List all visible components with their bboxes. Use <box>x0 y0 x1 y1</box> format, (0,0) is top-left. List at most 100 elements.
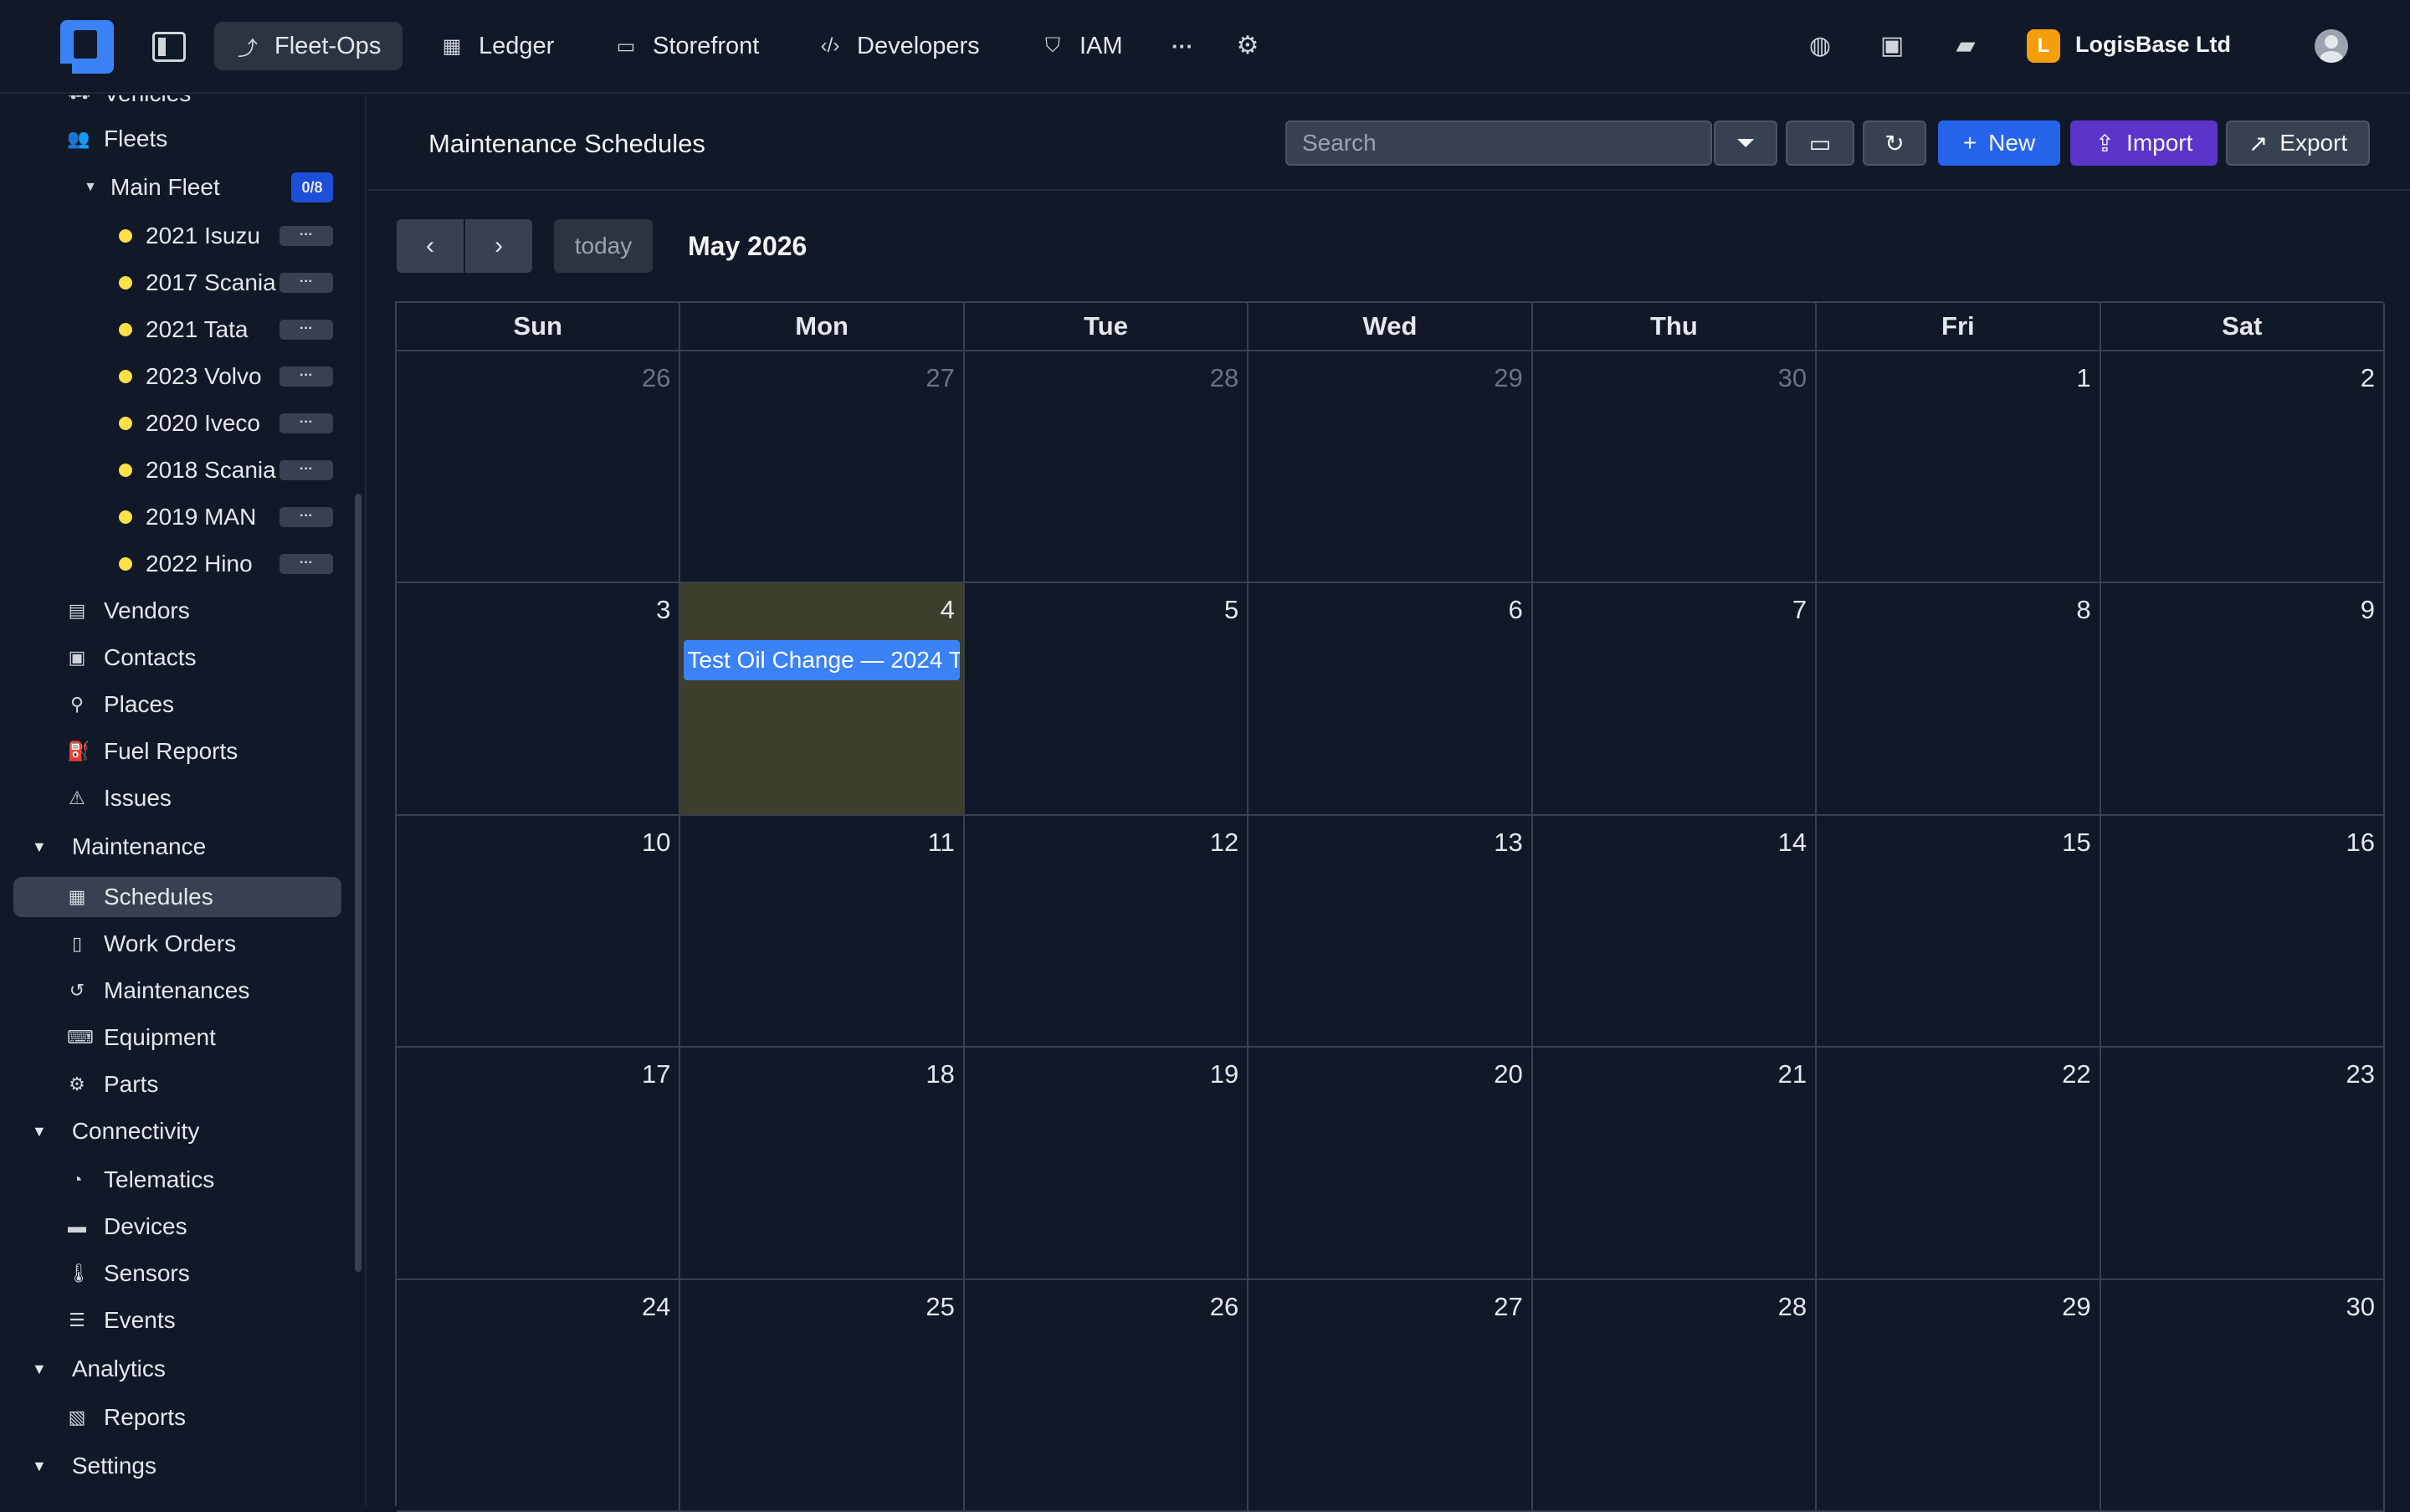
day-number[interactable]: 26 <box>1210 1292 1238 1322</box>
more-options-button[interactable]: ··· <box>279 366 333 387</box>
day-number[interactable]: 13 <box>1494 828 1522 858</box>
day-number[interactable]: 30 <box>1778 363 1807 393</box>
sidebar-item-work-orders[interactable]: ▯ Work Orders <box>67 924 236 964</box>
avatar[interactable] <box>2315 29 2348 63</box>
calendar-day-cell[interactable]: 9 <box>2100 583 2385 816</box>
more-options-button[interactable]: ··· <box>279 460 333 480</box>
next-month-button[interactable]: › <box>465 219 532 273</box>
today-button[interactable]: today <box>554 219 653 273</box>
calendar-day-cell[interactable]: 14 <box>1532 815 1818 1048</box>
day-number[interactable]: 1 <box>2076 363 2090 393</box>
calendar-day-cell[interactable]: 25 <box>680 1279 965 1512</box>
calendar-day-cell[interactable]: 27 <box>1249 1279 1533 1512</box>
calendar-day-cell[interactable]: 5 <box>964 583 1249 816</box>
sidebar-item-places[interactable]: ⚲ Places <box>67 684 174 725</box>
day-number[interactable]: 8 <box>2076 595 2090 625</box>
calendar-event[interactable]: Test Oil Change — 2024 T <box>684 640 961 681</box>
new-button[interactable]: + New <box>1938 120 2060 166</box>
sidebar-item-issues[interactable]: ⚠ Issues <box>67 778 172 818</box>
calendar-day-cell[interactable]: 27 <box>680 351 965 584</box>
search-input[interactable]: Search <box>1285 120 1712 166</box>
day-number[interactable]: 30 <box>2346 1292 2375 1322</box>
tab-iam[interactable]: ⛉ IAM <box>1019 22 1145 70</box>
calendar-day-cell[interactable]: 15 <box>1817 815 2101 1048</box>
sliders-icon[interactable]: ⚙ <box>1230 28 1265 64</box>
day-number[interactable]: 5 <box>1224 595 1238 625</box>
day-number[interactable]: 3 <box>656 595 670 625</box>
sidebar-item-maintenances[interactable]: ↺ Maintenances <box>67 971 250 1011</box>
vehicle-item[interactable]: 2018 Scania ··· <box>119 450 333 490</box>
day-number[interactable]: 11 <box>928 828 955 858</box>
day-number[interactable]: 23 <box>2346 1059 2375 1089</box>
calendar-day-cell[interactable]: 12 <box>964 815 1249 1048</box>
sidebar-section-connectivity[interactable]: ▼ Connectivity <box>32 1111 199 1151</box>
calendar-day-cell[interactable]: 24 <box>397 1279 681 1512</box>
more-tabs-icon[interactable]: ··· <box>1165 28 1200 64</box>
display-button[interactable]: ▭ <box>1786 120 1854 166</box>
prev-month-button[interactable]: ‹ <box>397 219 464 273</box>
calendar-day-cell[interactable]: 13 <box>1249 815 1533 1048</box>
day-number[interactable]: 26 <box>642 363 670 393</box>
calendar-day-cell[interactable]: 29 <box>1249 351 1533 584</box>
day-number[interactable]: 15 <box>2062 828 2090 858</box>
sidebar-item-contacts[interactable]: ▣ Contacts <box>67 638 197 678</box>
day-number[interactable]: 22 <box>2062 1059 2090 1089</box>
calendar-day-cell[interactable]: 3 <box>397 583 681 816</box>
sidebar-item-vehicles[interactable]: ⛟ Vehicles <box>67 95 191 114</box>
tab-fleet-ops[interactable]: ⤴ Fleet-Ops <box>214 22 403 70</box>
sidebar-item-schedules[interactable]: ▦ Schedules <box>67 877 213 917</box>
sidebar-section-maintenance[interactable]: ▼ Maintenance <box>32 827 206 867</box>
more-options-button[interactable]: ··· <box>279 273 333 293</box>
calendar-day-cell[interactable]: 16 <box>2100 815 2385 1048</box>
day-number[interactable]: 14 <box>1778 828 1807 858</box>
sidebar-item-telematics[interactable]: ◔ Telematics <box>67 1160 214 1200</box>
calendar-day-cell[interactable]: 6 <box>1249 583 1533 816</box>
day-number[interactable]: 12 <box>1210 828 1238 858</box>
sidebar-item-main-fleet[interactable]: ▼ Main Fleet <box>80 167 220 208</box>
day-number[interactable]: 9 <box>2361 595 2375 625</box>
sidebar-toggle-icon[interactable] <box>152 32 186 62</box>
day-number[interactable]: 19 <box>1210 1059 1238 1089</box>
day-number[interactable]: 29 <box>1494 363 1522 393</box>
calendar-day-cell[interactable]: 4 Test Oil Change — 2024 T <box>680 583 965 816</box>
day-number[interactable]: 4 <box>941 595 955 625</box>
sidebar-item-fuel-reports[interactable]: ⛽ Fuel Reports <box>67 731 238 771</box>
sidebar-item-fleets[interactable]: 👥 Fleets <box>67 119 167 159</box>
day-number[interactable]: 24 <box>642 1292 670 1322</box>
calendar-day-cell[interactable]: 11 <box>680 815 965 1048</box>
day-number[interactable]: 20 <box>1494 1059 1522 1089</box>
more-options-button[interactable]: ··· <box>279 226 333 246</box>
day-number[interactable]: 6 <box>1508 595 1522 625</box>
vehicle-item[interactable]: 2019 MAN ··· <box>119 497 333 537</box>
sidebar-item-vendors[interactable]: ▤ Vendors <box>67 591 190 631</box>
tab-storefront[interactable]: ▭ Storefront <box>592 22 781 70</box>
calendar-day-cell[interactable]: 21 <box>1532 1048 1818 1280</box>
calendar-day-cell[interactable]: 30 <box>1532 351 1818 584</box>
calendar-day-cell[interactable]: 17 <box>397 1048 681 1280</box>
sidebar-item-devices[interactable]: ▬ Devices <box>67 1207 187 1247</box>
sidebar-scrollbar[interactable] <box>355 494 362 1272</box>
calendar-day-cell[interactable]: 19 <box>964 1048 1249 1280</box>
vehicle-item[interactable]: 2022 Hino ··· <box>119 544 333 584</box>
more-options-button[interactable]: ··· <box>279 507 333 527</box>
calendar-day-cell[interactable]: 2 <box>2100 351 2385 584</box>
day-number[interactable]: 28 <box>1778 1292 1807 1322</box>
calendar-day-cell[interactable]: 30 <box>2100 1279 2385 1512</box>
globe-icon[interactable]: ◍ <box>1802 28 1838 64</box>
sidebar-item-reports[interactable]: ▧ Reports <box>67 1397 186 1438</box>
day-number[interactable]: 2 <box>2361 363 2375 393</box>
calendar-day-cell[interactable]: 26 <box>397 351 681 584</box>
app-logo[interactable] <box>60 20 114 74</box>
day-number[interactable]: 27 <box>926 363 954 393</box>
chat-icon[interactable]: ▰ <box>1948 28 1983 64</box>
day-number[interactable]: 7 <box>1792 595 1807 625</box>
organization-badge[interactable]: L <box>2027 29 2060 63</box>
sidebar-item-sensors[interactable]: 🌡 Sensors <box>67 1253 190 1294</box>
calendar-day-cell[interactable]: 18 <box>680 1048 965 1280</box>
vehicle-item[interactable]: 2017 Scania ··· <box>119 263 333 303</box>
day-number[interactable]: 29 <box>2062 1292 2090 1322</box>
calendar-day-cell[interactable]: 28 <box>1532 1279 1818 1512</box>
sidebar-section-analytics[interactable]: ▼ Analytics <box>32 1349 166 1389</box>
calendar-day-cell[interactable]: 29 <box>1817 1279 2101 1512</box>
vehicle-item[interactable]: 2023 Volvo ··· <box>119 356 333 397</box>
